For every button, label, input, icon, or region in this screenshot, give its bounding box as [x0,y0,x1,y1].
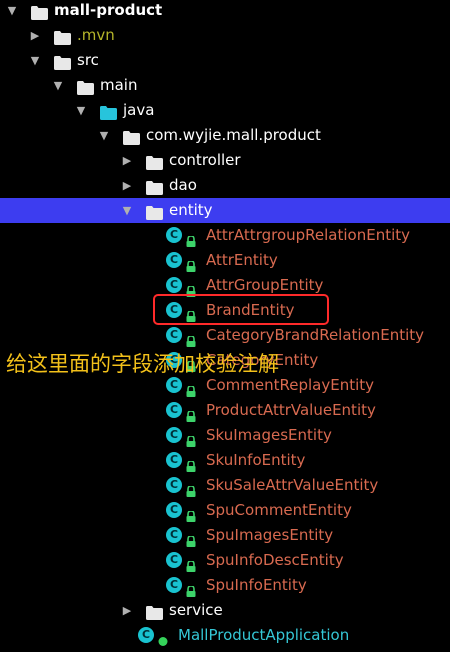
tree-row-spuinfoentity[interactable]: C SpuInfoEntity [0,573,450,598]
annotation-text: 给这里面的字段添加校验注解 [6,352,279,376]
class-icon: C [166,452,182,468]
tree-item-label: SkuImagesEntity [206,426,332,444]
tree-row-mallproductapplication[interactable]: C MallProductApplication [0,623,450,648]
class-icon: C [166,502,182,518]
tree-row-skusaleattrvalueentity[interactable]: C SkuSaleAttrValueEntity [0,473,450,498]
class-icon: C [166,552,182,568]
tree-row-main[interactable]: ▼ main [0,73,450,98]
tree-item-label: java [123,101,155,119]
tree-row-java[interactable]: ▼ java [0,98,450,123]
class-icon: C [166,527,182,543]
project-tree[interactable]: ▼ mall-product ▶ .mvn ▼ src ▼ main ▼ java ▼ com.wyj… [0,0,450,652]
class-icon: C [166,377,182,393]
tree-row-dao[interactable]: ▶ dao [0,173,450,198]
tree-item-label: SkuSaleAttrValueEntity [206,476,379,494]
tree-row-mall-product[interactable]: ▼ mall-product [0,0,450,23]
spring-run-icon [158,630,168,652]
spring-app-icon: C [138,627,154,643]
class-icon: C [166,302,182,318]
tree-item-label: src [77,51,99,69]
tree-row-skuimagesentity[interactable]: C SkuImagesEntity [0,423,450,448]
tree-item-label: AttrAttrgroupRelationEntity [206,226,411,244]
tree-item-label: ProductAttrValueEntity [206,401,376,419]
class-icon: C [166,327,182,343]
class-icon: C [166,252,182,268]
expand-arrow-down-icon[interactable]: ▼ [51,73,65,98]
expand-arrow-down-icon[interactable]: ▼ [28,48,42,73]
tree-item-label: SkuInfoEntity [206,451,306,469]
tree-row-service[interactable]: ▶ service [0,598,450,623]
tree-row-attrgroupentity[interactable]: C AttrGroupEntity [0,273,450,298]
tree-item-label: SpuInfoEntity [206,576,307,594]
tree-item-label: SpuInfoDescEntity [206,551,344,569]
class-icon: C [166,277,182,293]
tree-item-label: com.wyjie.mall.product [146,126,321,144]
tree-item-label: SpuImagesEntity [206,526,334,544]
tree-item-label: MallProductApplication [178,626,350,644]
tree-row-attrentity[interactable]: C AttrEntity [0,248,450,273]
tree-item-label: mall-product [54,1,163,19]
collapse-arrow-right-icon[interactable]: ▶ [120,148,134,173]
tree-row-mvn[interactable]: ▶ .mvn [0,23,450,48]
tree-item-label: BrandEntity [206,301,295,319]
tree-item-label: SpuCommentEntity [206,501,352,519]
tree-item-label: AttrGroupEntity [206,276,324,294]
tree-item-label: main [100,76,138,94]
expand-arrow-down-icon[interactable]: ▼ [5,0,19,23]
tree-item-label: AttrEntity [206,251,278,269]
class-icon: C [166,427,182,443]
class-icon: C [166,577,182,593]
tree-item-label: controller [169,151,241,169]
tree-row-com-wyjie-mall-product[interactable]: ▼ com.wyjie.mall.product [0,123,450,148]
tree-row-skuinfoentity[interactable]: C SkuInfoEntity [0,448,450,473]
tree-row-controller[interactable]: ▶ controller [0,148,450,173]
tree-row-brandentity[interactable]: C BrandEntity [0,298,450,323]
tree-row-productattrvalueentity[interactable]: C ProductAttrValueEntity [0,398,450,423]
tree-item-label: .mvn [77,26,115,44]
tree-row-attrattrgrouprelationentity[interactable]: C AttrAttrgroupRelationEntity [0,223,450,248]
tree-item-label: service [169,601,223,619]
class-icon: C [166,477,182,493]
tree-row-spuinfodescentity[interactable]: C SpuInfoDescEntity [0,548,450,573]
tree-item-label: CategoryBrandRelationEntity [206,326,425,344]
tree-row-spucommententity[interactable]: C SpuCommentEntity [0,498,450,523]
tree-row-categorybrandrelationentity[interactable]: C CategoryBrandRelationEntity [0,323,450,348]
collapse-arrow-right-icon[interactable]: ▶ [28,23,42,48]
expand-arrow-down-icon[interactable]: ▼ [120,198,134,223]
tree-item-label: dao [169,176,197,194]
tree-item-label: entity [169,201,213,219]
tree-row-spuimagesentity[interactable]: C SpuImagesEntity [0,523,450,548]
tree-row-src[interactable]: ▼ src [0,48,450,73]
expand-arrow-down-icon[interactable]: ▼ [97,123,111,148]
collapse-arrow-right-icon[interactable]: ▶ [120,598,134,623]
class-icon: C [166,402,182,418]
tree-row-entity[interactable]: ▼ entity [0,198,450,223]
class-icon: C [166,227,182,243]
collapse-arrow-right-icon[interactable]: ▶ [120,173,134,198]
expand-arrow-down-icon[interactable]: ▼ [74,98,88,123]
